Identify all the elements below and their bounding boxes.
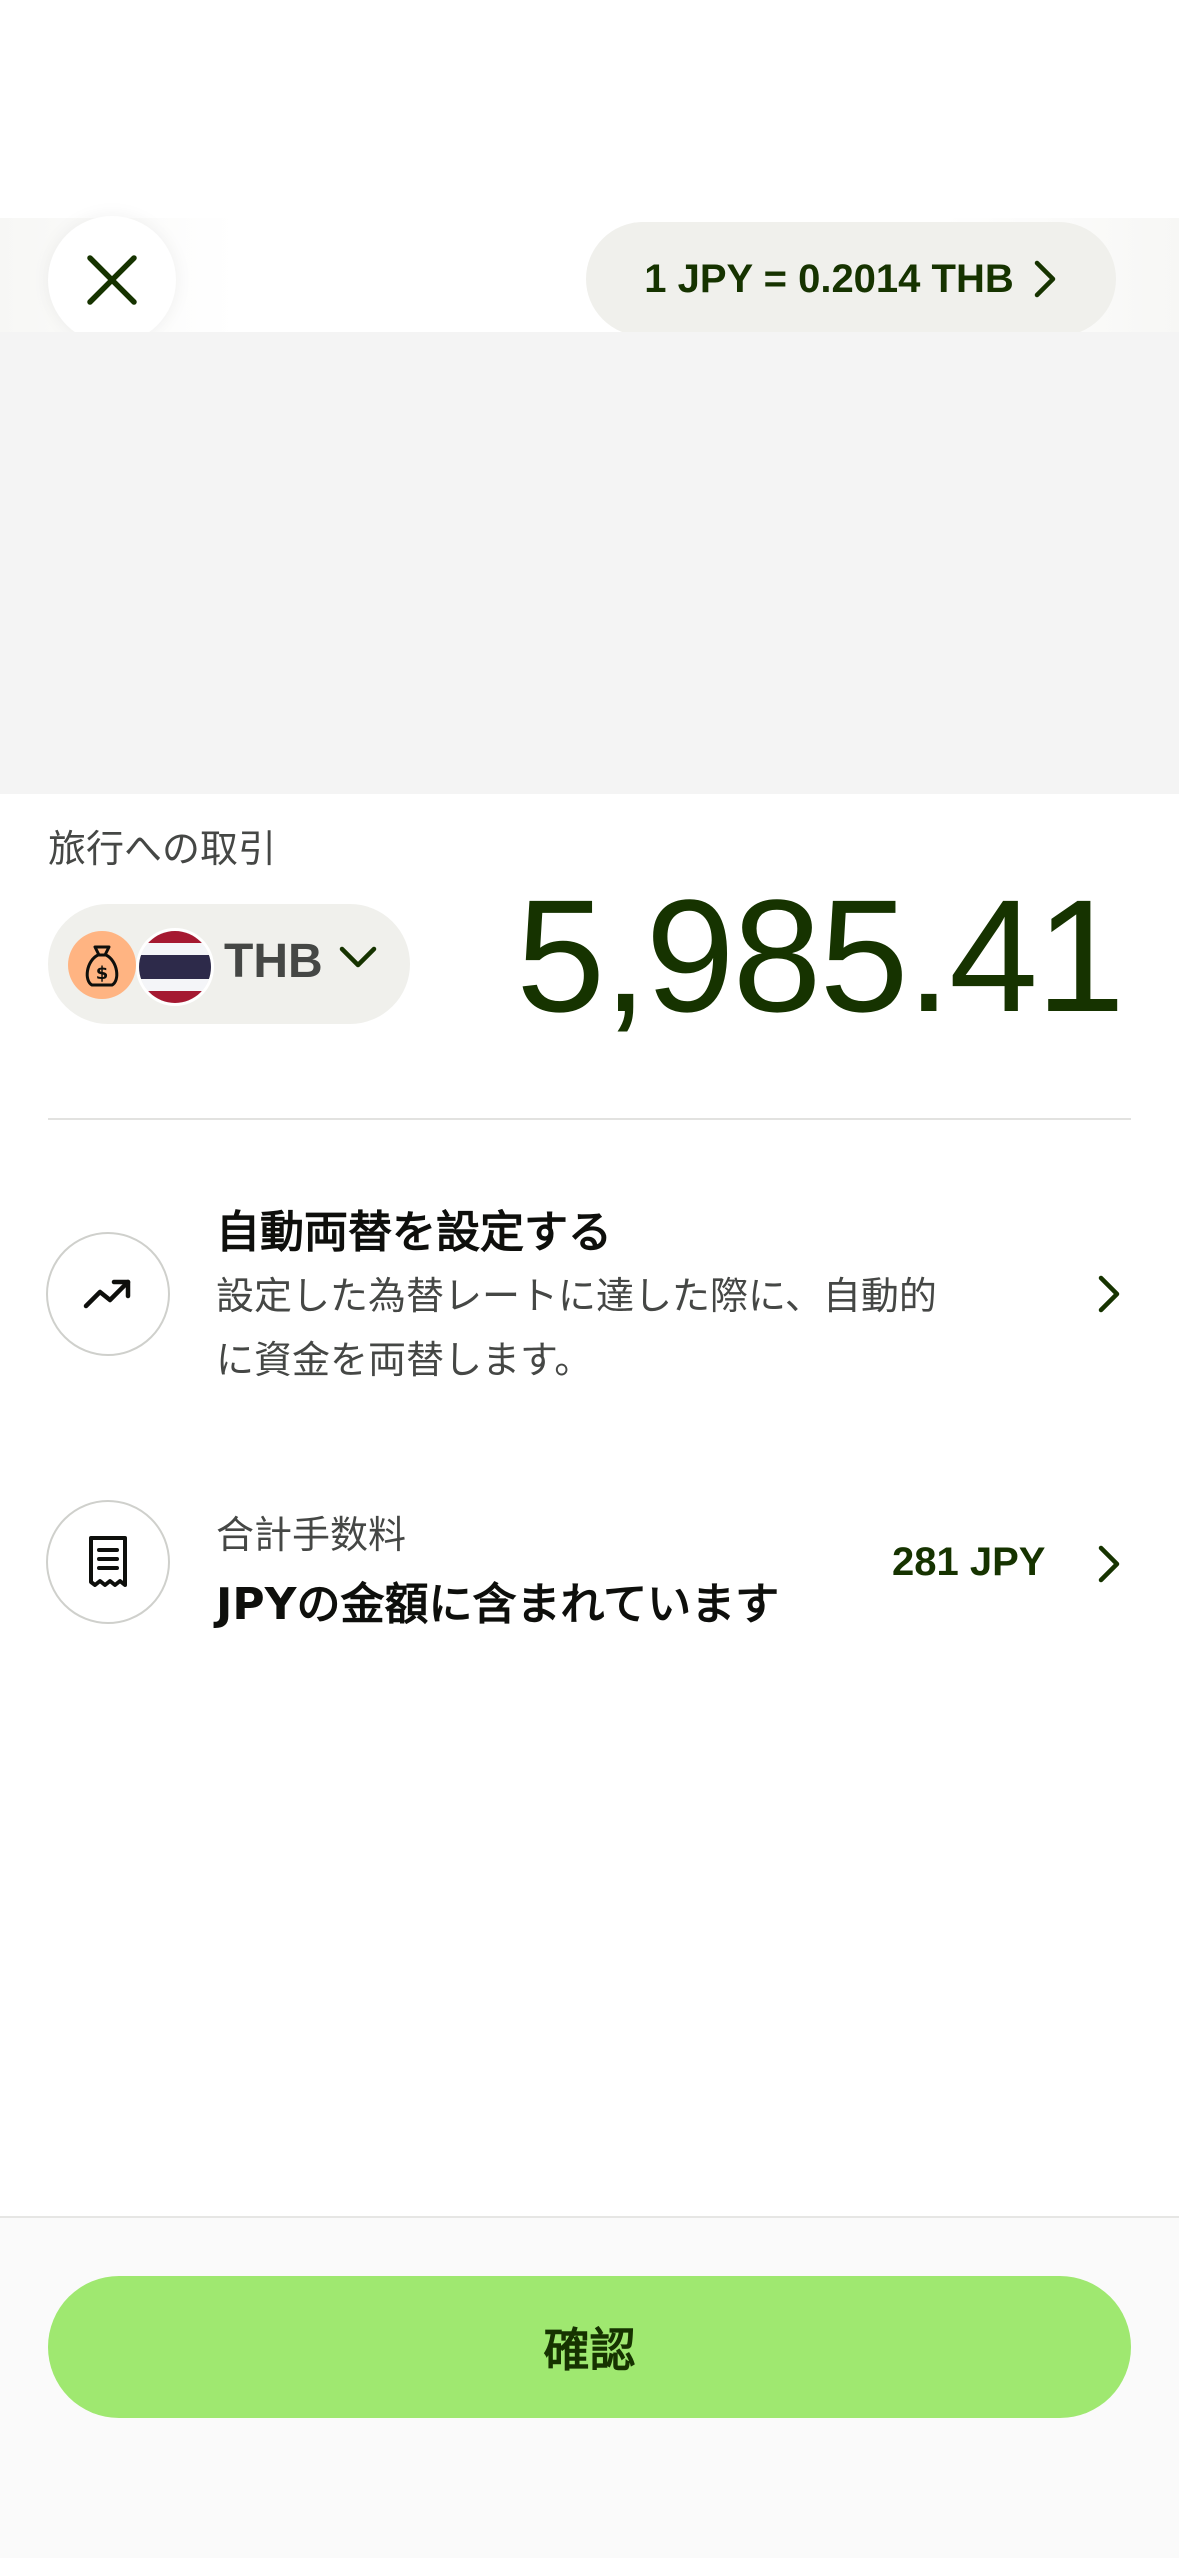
chevron-down-icon [339, 946, 377, 968]
chevron-right-icon [1098, 1275, 1120, 1313]
close-icon [87, 255, 137, 305]
auto-convert-description-line-1: 設定した為替レートに達した際に、自動的 [216, 1274, 937, 1318]
fees-value: 281 JPY [892, 1540, 1046, 1584]
currency-selector[interactable]: $ THB [48, 904, 410, 1024]
exchange-rate-button[interactable]: 1 JPY = 0.2014 THB [586, 222, 1116, 336]
auto-convert-description-line-2: に資金を両替します。 [216, 1338, 593, 1382]
confirm-button[interactable]: 確認 [48, 2276, 1131, 2418]
receipt-icon [89, 1536, 127, 1587]
thailand-flag-icon [136, 928, 214, 1006]
content-placeholder-area [0, 332, 1179, 794]
exchange-rate-text: 1 JPY = 0.2014 THB [644, 256, 1014, 301]
chevron-right-icon [1034, 260, 1055, 298]
trending-up-icon [83, 1279, 131, 1309]
chevron-right-icon [1098, 1545, 1120, 1583]
fees-icon-container [46, 1500, 170, 1624]
svg-text:$: $ [96, 963, 109, 984]
auto-convert-title: 自動両替を設定する [216, 1207, 612, 1258]
currency-code: THB [224, 935, 323, 988]
fees-description: JPYの金額に含まれています [216, 1579, 780, 1630]
amount-input[interactable]: 5,985.41 [516, 876, 1125, 1036]
section-label: 旅行への取引 [48, 827, 277, 871]
close-button[interactable] [48, 216, 176, 344]
fees-label: 合計手数料 [216, 1513, 407, 1557]
divider [48, 1118, 1131, 1120]
auto-convert-icon-container [46, 1232, 170, 1356]
money-bag-icon: $ [68, 931, 136, 999]
